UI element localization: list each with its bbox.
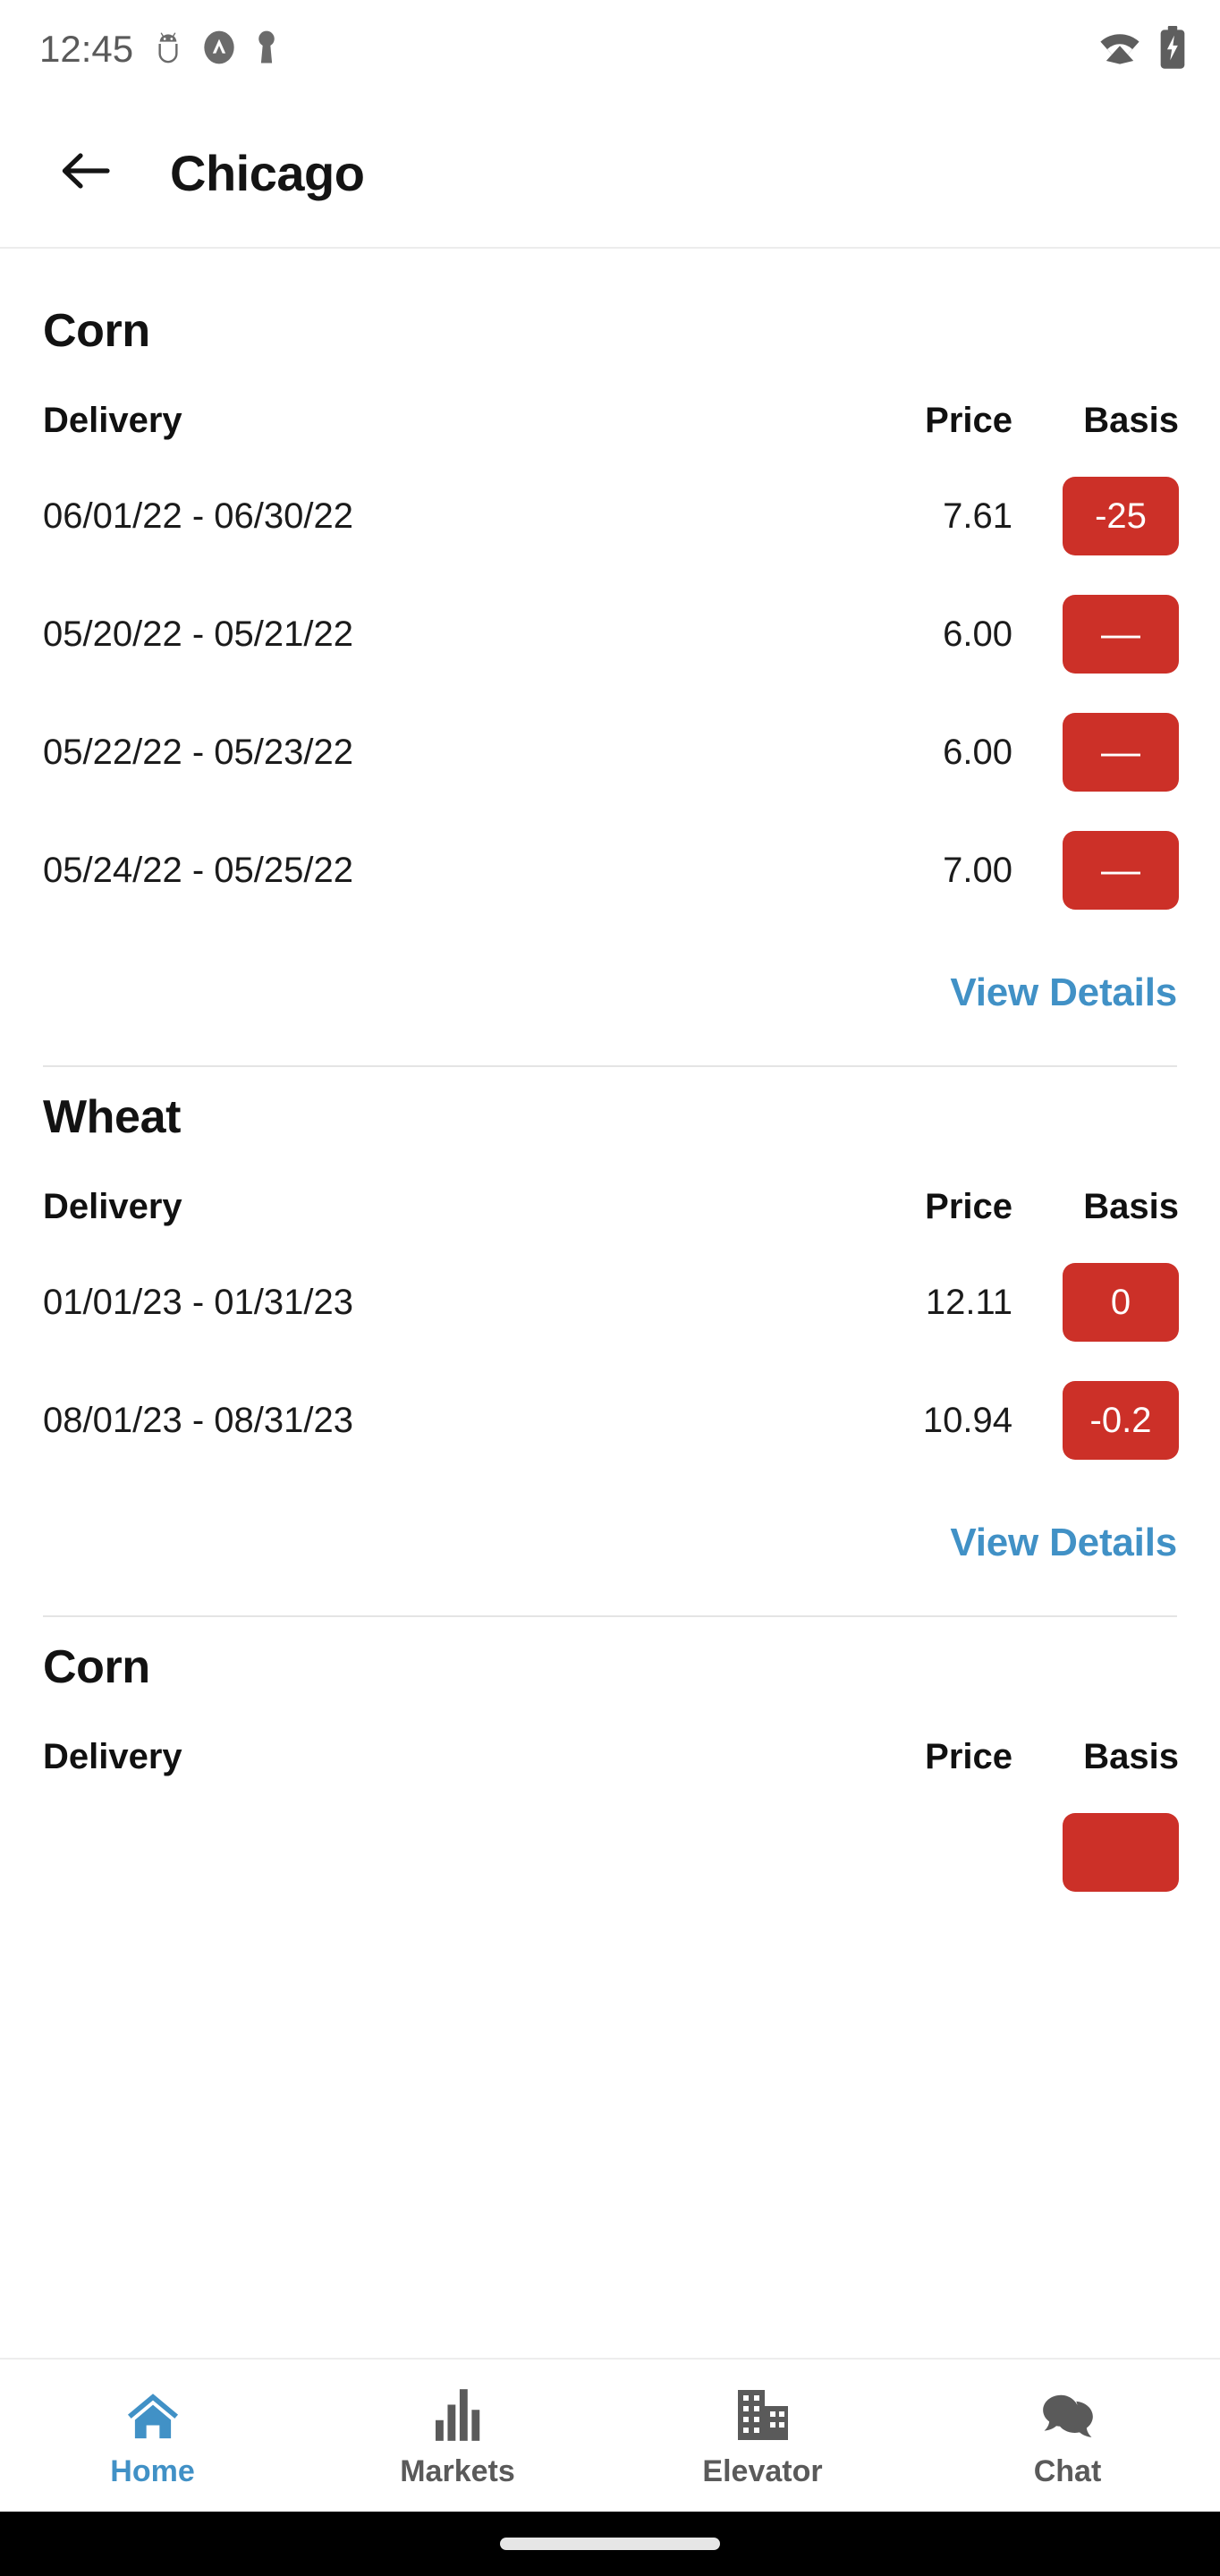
column-header-price: Price [925, 1187, 1012, 1226]
basis-badge [1063, 1813, 1179, 1892]
nav-item-home[interactable]: Home [0, 2360, 305, 2512]
basis-badge: -0.2 [1063, 1381, 1179, 1460]
nav-label: Markets [400, 2453, 515, 2488]
status-bar-right [1098, 25, 1188, 74]
cell-basis: 0 [1055, 1243, 1220, 1361]
system-navigation-bar [0, 2512, 1220, 2576]
cell-delivery: 01/01/23 - 01/31/23 [43, 1282, 353, 1322]
app-bar: Chicago [0, 98, 1220, 249]
column-header-price: Price [925, 1737, 1012, 1776]
cell-delivery: 05/22/22 - 05/23/22 [43, 732, 353, 772]
back-button[interactable] [43, 130, 129, 216]
cell-basis: -0.2 [1055, 1361, 1220, 1479]
view-details-link[interactable]: View Details [950, 970, 1177, 1015]
cell-price: 12.11 [925, 1282, 1012, 1322]
column-header-price: Price [925, 401, 1012, 440]
quote-table: Delivery Price Basis [0, 1721, 1220, 1793]
table-header-row: Delivery Price Basis [0, 385, 1220, 457]
commodity-title: Corn [43, 305, 150, 357]
vpn-key-icon [255, 29, 278, 71]
avast-icon [201, 30, 237, 70]
nav-item-chat[interactable]: Chat [915, 2360, 1220, 2512]
table-header-row: Delivery Price Basis [0, 1171, 1220, 1243]
quotes-scroll-area[interactable]: Corn Delivery Price Basis 06/01/22 - 06/30/2… [0, 249, 1220, 2358]
basis-badge: — [1063, 713, 1179, 792]
table-row[interactable]: 01/01/23 - 01/31/23 12.11 0 [0, 1243, 1220, 1361]
basis-badge: — [1063, 831, 1179, 910]
commodity-section: Wheat Delivery Price Basis 01/01/23 - 01/31/… [0, 1067, 1220, 1565]
table-row[interactable]: 08/01/23 - 08/31/23 10.94 -0.2 [0, 1361, 1220, 1479]
buildings-icon [736, 2383, 790, 2442]
quote-table: Delivery Price Basis 01/01/23 - 01/31/23 12.… [0, 1171, 1220, 1479]
arrow-back-icon [57, 145, 114, 201]
column-header-basis: Basis [1083, 1187, 1179, 1226]
view-details-row: View Details [0, 1479, 1220, 1565]
cell-basis: -25 [1055, 457, 1220, 575]
nav-label: Chat [1033, 2453, 1102, 2488]
table-row[interactable]: 05/24/22 - 05/25/22 7.00 — [0, 811, 1220, 929]
cell-delivery: 05/24/22 - 05/25/22 [43, 850, 353, 890]
cell-price: 6.00 [943, 732, 1012, 772]
cell-delivery: 06/01/22 - 06/30/22 [43, 496, 353, 536]
status-bar-left: 12:45 [39, 29, 278, 71]
cell-basis: — [1055, 575, 1220, 693]
basis-badge: 0 [1063, 1263, 1179, 1342]
table-row[interactable]: 05/20/22 - 05/21/22 6.00 — [0, 575, 1220, 693]
status-time: 12:45 [39, 28, 134, 70]
cell-delivery: 08/01/23 - 08/31/23 [43, 1400, 353, 1440]
cell-price: 7.00 [943, 850, 1012, 890]
nav-label: Elevator [702, 2453, 823, 2488]
status-bar: 12:45 [0, 0, 1220, 98]
basis-badge: — [1063, 595, 1179, 674]
commodity-section: Corn Delivery Price Basis [0, 1617, 1220, 1892]
commodity-title: Corn [43, 1641, 150, 1693]
nav-item-elevator[interactable]: Elevator [610, 2360, 915, 2512]
view-details-link[interactable]: View Details [950, 1521, 1177, 1565]
table-row[interactable]: 06/01/22 - 06/30/22 7.61 -25 [0, 457, 1220, 575]
nav-item-markets[interactable]: Markets [305, 2360, 610, 2512]
cell-price: 6.00 [943, 614, 1012, 654]
column-header-basis: Basis [1083, 401, 1179, 440]
bottom-navigation-bar: Home Markets Elevator Chat [0, 2358, 1220, 2512]
column-header-delivery: Delivery [43, 1187, 182, 1226]
basis-badge: -25 [1063, 477, 1179, 555]
home-indicator[interactable] [500, 2538, 720, 2550]
table-row[interactable]: 05/22/22 - 05/23/22 6.00 — [0, 693, 1220, 811]
battery-charging-icon [1157, 25, 1188, 74]
commodity-title: Wheat [43, 1091, 182, 1143]
bar-chart-icon [435, 2383, 480, 2442]
cell-delivery: 05/20/22 - 05/21/22 [43, 614, 353, 654]
view-details-row: View Details [0, 929, 1220, 1015]
table-header-row: Delivery Price Basis [0, 1721, 1220, 1793]
home-icon [125, 2383, 181, 2442]
cell-price: 7.61 [943, 496, 1012, 536]
cell-basis: — [1055, 811, 1220, 929]
quote-table: Delivery Price Basis 06/01/22 - 06/30/22 7.6… [0, 385, 1220, 929]
column-header-delivery: Delivery [43, 1737, 182, 1776]
status-notification-icons [153, 29, 278, 71]
nav-label: Home [110, 2453, 195, 2488]
cell-basis: — [1055, 693, 1220, 811]
column-header-basis: Basis [1083, 1737, 1179, 1776]
android-debug-icon [153, 30, 183, 69]
wifi-icon [1098, 29, 1141, 71]
app-screen: 12:45 Chicago Corn Delivery Price Basis … [0, 0, 1220, 2576]
clipped-basis-badge-row [0, 1793, 1220, 1892]
chat-bubbles-icon [1040, 2383, 1096, 2442]
commodity-section: Corn Delivery Price Basis 06/01/22 - 06/30/2… [0, 281, 1220, 1015]
column-header-delivery: Delivery [43, 401, 182, 440]
page-title: Chicago [170, 144, 365, 201]
cell-price: 10.94 [922, 1400, 1012, 1440]
